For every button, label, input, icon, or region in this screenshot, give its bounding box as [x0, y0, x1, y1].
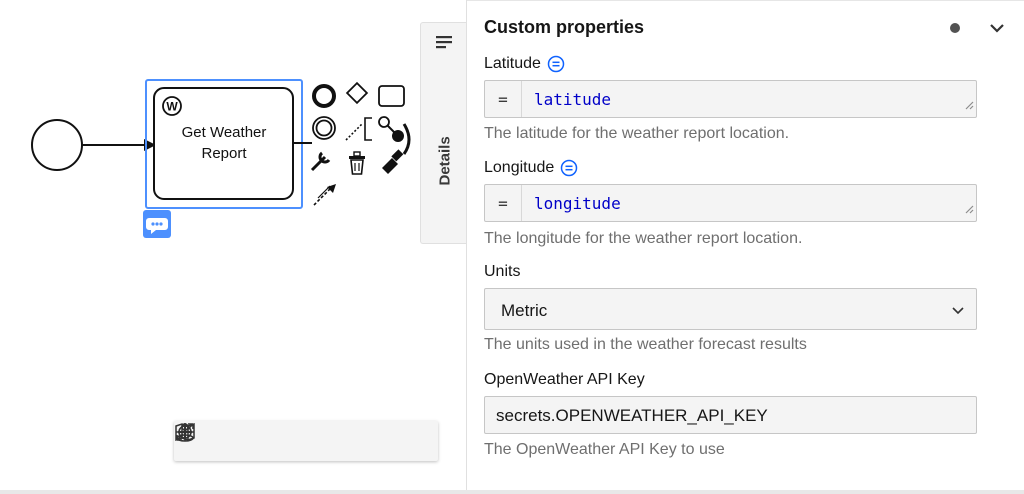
resize-handle-icon[interactable]: [964, 97, 974, 115]
latitude-label: Latitude: [484, 55, 565, 73]
canvas-toolbar: [174, 421, 438, 461]
api-key-value: secrets.OPENWEATHER_API_KEY: [496, 406, 768, 425]
start-event[interactable]: [31, 119, 83, 171]
units-description: The units used in the weather forecast r…: [484, 336, 807, 353]
api-key-label-text: OpenWeather API Key: [484, 371, 645, 388]
feel-expression-icon[interactable]: [560, 159, 578, 177]
bpmn-canvas[interactable]: W Get Weather Report: [0, 0, 438, 490]
fullscreen-icon[interactable]: [176, 423, 258, 455]
bottom-border: [0, 490, 1024, 494]
task-label: Get Weather Report: [154, 122, 294, 164]
text-annotation-icon[interactable]: [345, 117, 372, 141]
details-tab[interactable]: Details: [420, 22, 467, 244]
center-icon[interactable]: [176, 423, 341, 455]
end-event-icon[interactable]: [312, 84, 336, 108]
panel-top-border: [467, 0, 1024, 4]
group-title: Custom properties: [484, 17, 645, 37]
minimap-icon[interactable]: [175, 422, 299, 455]
intermediate-event-icon[interactable]: [312, 116, 336, 140]
menu-icon[interactable]: [436, 35, 452, 54]
color-icon[interactable]: [382, 149, 404, 174]
longitude-label: Longitude: [484, 159, 578, 177]
task-icon[interactable]: [378, 85, 405, 107]
properties-panel: Custom properties Latitude = latitude Th…: [466, 0, 1024, 490]
latitude-input[interactable]: = latitude: [484, 80, 977, 118]
comment-icon[interactable]: [143, 210, 171, 238]
latitude-description: The latitude for the weather report loca…: [484, 125, 790, 142]
feel-expression-icon[interactable]: [547, 55, 565, 73]
chevron-down-icon[interactable]: [987, 18, 1007, 43]
connect-icon[interactable]: [313, 184, 336, 206]
api-key-description: The OpenWeather API Key to use: [484, 441, 725, 458]
feel-prefix: =: [485, 185, 522, 221]
task-label-line1: Get Weather: [181, 124, 267, 141]
api-key-label: OpenWeather API Key: [484, 371, 645, 389]
delete-icon[interactable]: [349, 151, 365, 175]
zoom-out-icon[interactable]: [178, 427, 382, 455]
longitude-input[interactable]: = longitude: [484, 184, 977, 222]
task-label-line2: Report: [201, 145, 247, 162]
weather-connector-icon: W: [162, 96, 182, 116]
details-tab-label: Details: [436, 136, 454, 186]
longitude-value: longitude: [534, 194, 621, 213]
diagram-svg[interactable]: W: [0, 0, 420, 490]
latitude-value: latitude: [534, 90, 612, 109]
resize-handle-icon[interactable]: [964, 201, 974, 219]
context-pad: [310, 81, 411, 206]
change-type-icon[interactable]: [310, 151, 331, 172]
chevron-down-icon: [950, 302, 966, 323]
feel-prefix: =: [485, 81, 522, 117]
group-status-dot-icon: [950, 23, 960, 33]
api-key-input[interactable]: secrets.OPENWEATHER_API_KEY: [484, 396, 977, 434]
units-selected-value: Metric: [501, 301, 548, 320]
group-header-custom-properties[interactable]: Custom properties: [467, 6, 1024, 48]
latitude-label-text: Latitude: [484, 55, 541, 72]
longitude-description: The longitude for the weather report loc…: [484, 230, 803, 247]
units-label: Units: [484, 263, 520, 281]
append-search-icon[interactable]: [378, 116, 411, 155]
gateway-icon[interactable]: [345, 81, 369, 105]
units-select[interactable]: Metric: [484, 288, 977, 330]
units-label-text: Units: [484, 263, 521, 280]
zoom-in-icon[interactable]: [178, 425, 423, 455]
longitude-label-text: Longitude: [484, 159, 555, 176]
svg-text:W: W: [166, 100, 178, 114]
